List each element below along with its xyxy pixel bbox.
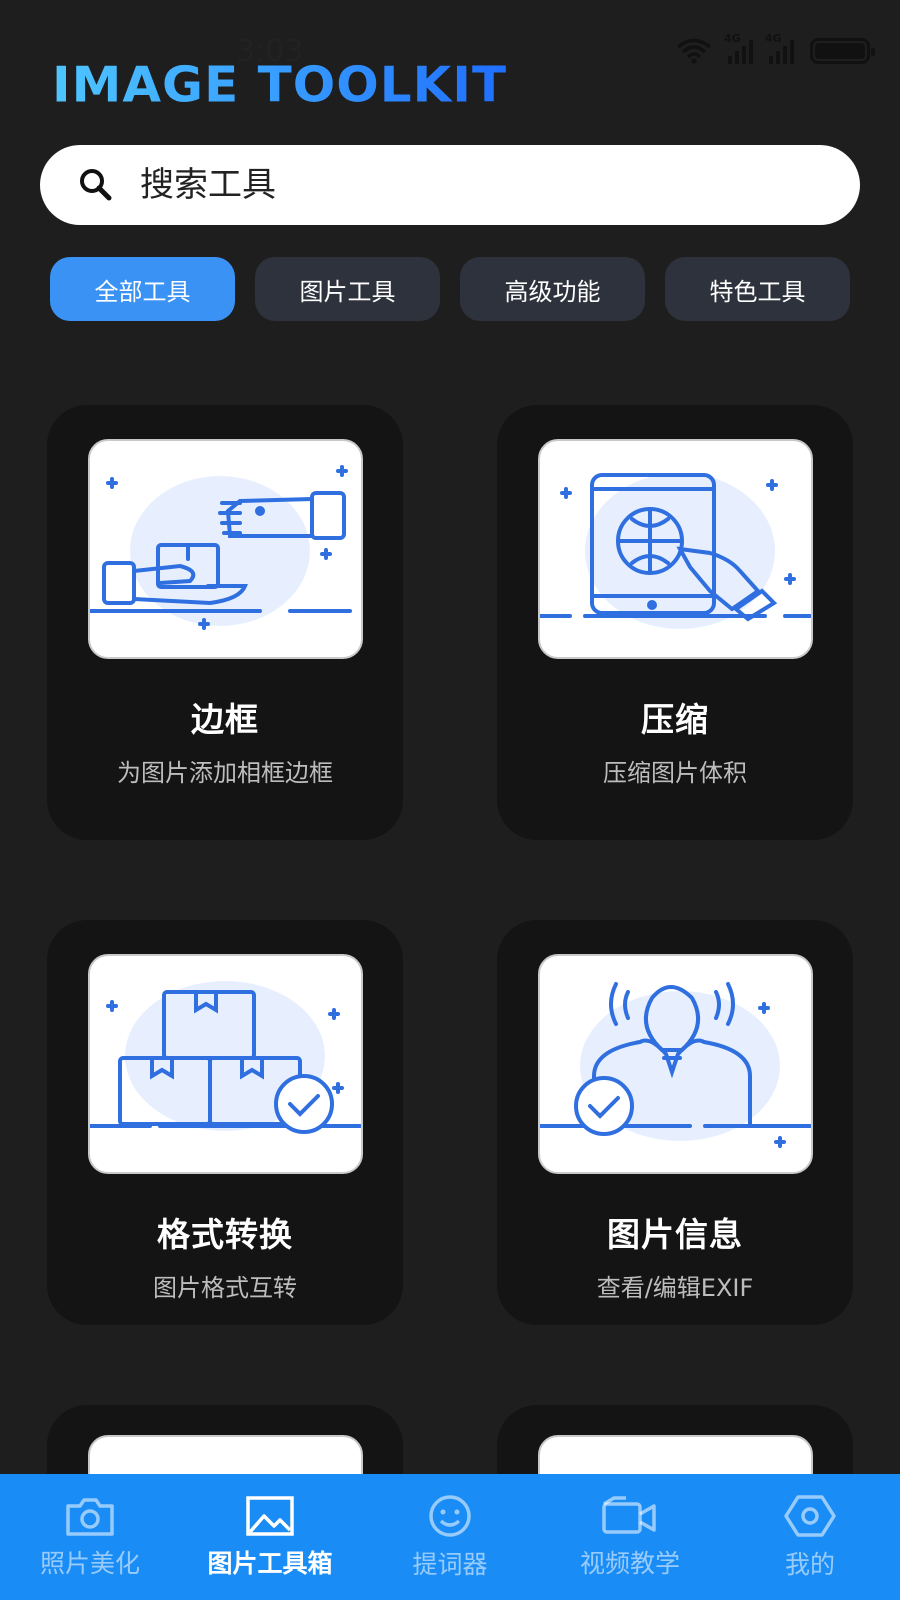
tab-image-tools[interactable]: 图片工具	[255, 257, 440, 321]
signal-4g-icon: 4G	[765, 32, 794, 64]
tool-title: 图片信息	[607, 1215, 743, 1254]
tab-all-tools[interactable]: 全部工具	[50, 257, 235, 321]
tool-title: 格式转换	[157, 1215, 293, 1254]
image-icon	[246, 1496, 294, 1536]
search-bar[interactable]	[40, 145, 860, 225]
tool-desc: 压缩图片体积	[603, 759, 747, 787]
tab-advanced[interactable]: 高级功能	[460, 257, 645, 321]
nav-label: 照片美化	[39, 1549, 140, 1578]
hand-over-box-illustration	[87, 439, 363, 659]
nav-teleprompter[interactable]: 提词器	[360, 1474, 540, 1600]
nav-label: 视频教学	[579, 1549, 680, 1578]
tool-card-compress[interactable]: 压缩 压缩图片体积	[497, 405, 853, 840]
status-icons: 4G 4G	[676, 32, 875, 64]
camera-icon	[66, 1498, 114, 1536]
wifi-icon	[676, 38, 712, 64]
nav-photo-beautify[interactable]: 照片美化	[0, 1474, 180, 1600]
video-camera-icon	[602, 1496, 656, 1534]
nav-profile[interactable]: 我的	[720, 1474, 900, 1600]
smiley-icon	[429, 1495, 471, 1537]
tablet-globe-touch-illustration	[537, 439, 813, 659]
app-logo: IMAGE TOOLKIT	[52, 56, 508, 114]
lightbulb-person-check-illustration	[537, 954, 813, 1174]
bottom-nav: 照片美化 图片工具箱 提词器 视频教学 我的	[0, 1474, 900, 1600]
tool-card-image-info[interactable]: 图片信息 查看/编辑EXIF	[497, 920, 853, 1325]
category-tabs: 全部工具 图片工具 高级功能 特色工具	[50, 257, 850, 321]
tool-title: 压缩	[641, 700, 709, 739]
nav-image-toolbox[interactable]: 图片工具箱	[180, 1474, 360, 1600]
hexagon-icon	[784, 1495, 836, 1537]
signal-4g-icon: 4G	[724, 32, 753, 64]
tool-card-format-convert[interactable]: 格式转换 图片格式互转	[47, 920, 403, 1325]
nav-label: 图片工具箱	[207, 1549, 333, 1578]
tool-card-border[interactable]: 边框 为图片添加相框边框	[47, 405, 403, 840]
tool-desc: 图片格式互转	[153, 1274, 297, 1302]
tool-title: 边框	[191, 700, 259, 739]
battery-icon	[810, 38, 875, 64]
stacked-boxes-check-illustration	[87, 954, 363, 1174]
search-input[interactable]	[140, 165, 740, 205]
tool-desc: 为图片添加相框边框	[117, 759, 333, 787]
tab-featured[interactable]: 特色工具	[665, 257, 850, 321]
nav-video-tutorial[interactable]: 视频教学	[540, 1474, 720, 1600]
nav-label: 提词器	[412, 1550, 488, 1579]
tool-desc: 查看/编辑EXIF	[596, 1274, 754, 1302]
nav-label: 我的	[784, 1550, 835, 1579]
search-icon	[76, 165, 116, 205]
